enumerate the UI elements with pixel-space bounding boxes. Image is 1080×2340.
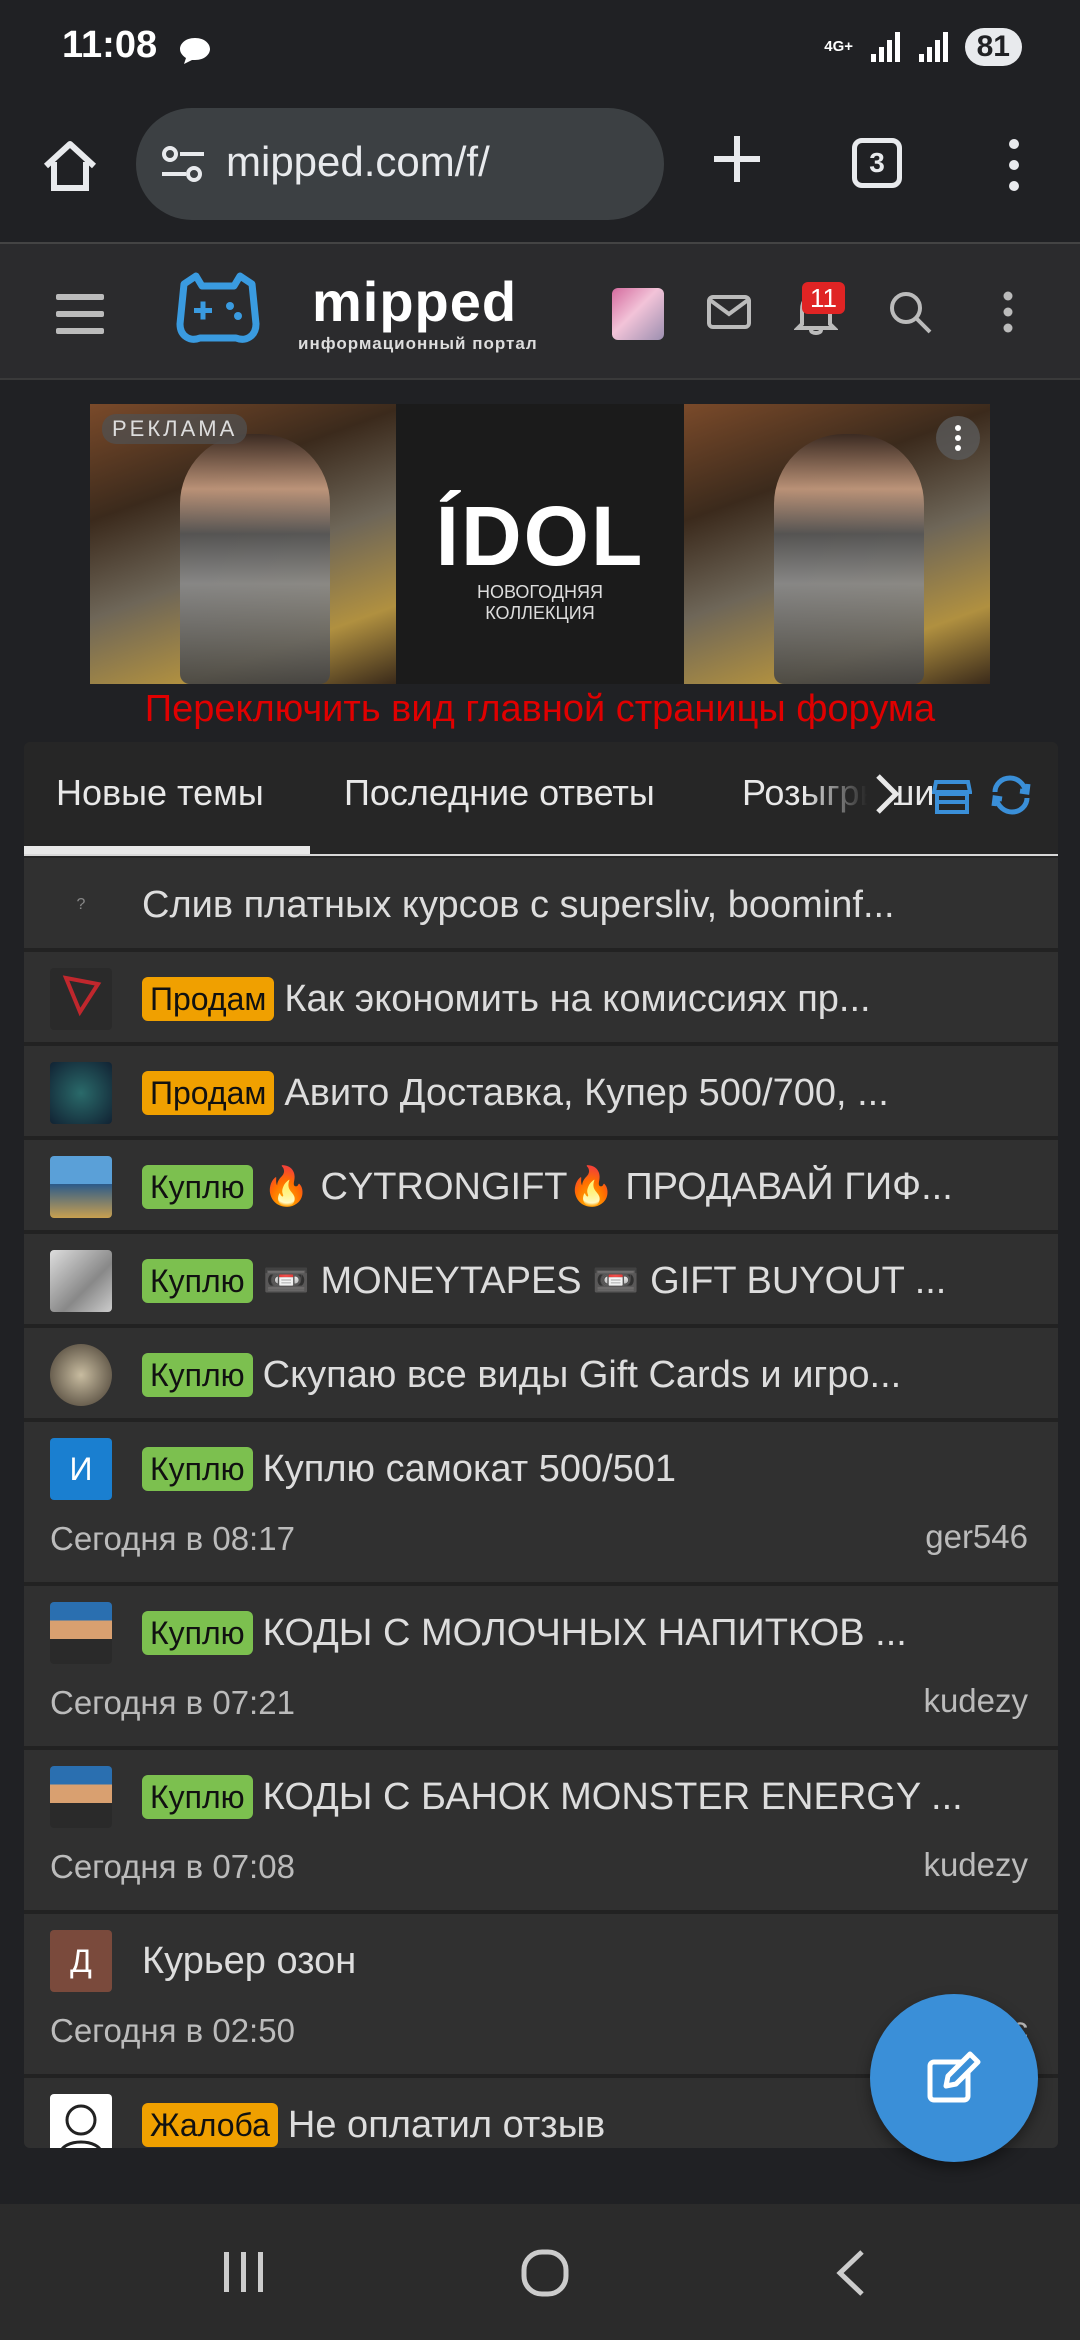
status-indicators: 4G+ 81 [823,28,1022,66]
prefix-badge[interactable]: Куплю [142,1353,253,1397]
thread-date: Сегодня в 02:50 [50,2012,295,2049]
thread-row[interactable]: Продам Авито Доставка, Купер 500/700, ..… [24,1046,1058,1140]
thread-avatar [50,968,112,1030]
more-vert-icon[interactable] [998,288,1018,336]
thread-avatar [50,1602,112,1664]
refresh-icon[interactable] [990,774,1032,816]
thread-title[interactable]: Как экономить на комиссиях пр... [284,978,870,1021]
thread-date: Сегодня в 07:08 [50,1848,295,1885]
tune-icon[interactable] [160,144,206,184]
user-portrait-icon [61,2104,101,2148]
thread-date: Сегодня в 08:17 [50,1520,295,1557]
tron-logo-icon [62,975,102,1017]
prefix-badge[interactable]: Куплю [142,1259,253,1303]
tab-latest-replies[interactable]: Последние ответы [344,772,655,814]
ad-label: РЕКЛАМА [102,414,248,444]
thread-avatar: Д [50,1930,112,1992]
mipped-logo-icon[interactable] [176,272,260,348]
thread-title[interactable]: КОДЫ С БАНОК MONSTER ENERGY ... [263,1776,963,1819]
ad-tagline: НОВОГОДНЯЯ КОЛЛЕКЦИЯ [477,582,603,623]
prefix-badge[interactable]: Продам [142,1071,275,1115]
thread-avatar [50,1250,112,1312]
thread-title[interactable]: 📼 MONEYTAPES 📼 GIFT BUYOUT ... [263,1259,947,1303]
thread-title[interactable]: 🔥 CYTRONGIFT🔥 ПРОДАВАЙ ГИФ... [263,1165,953,1209]
thread-row[interactable]: ? Слив платных курсов с supersliv, boomi… [24,858,1058,952]
thread-title[interactable]: КОДЫ С МОЛОЧНЫХ НАПИТКОВ ... [263,1612,907,1655]
tabs-row: Новые темы Последние ответы Розыгрыши [24,742,1058,856]
signal-icon-2 [918,32,948,62]
home-icon[interactable] [40,136,100,196]
ad-photo-left [90,404,396,684]
tab-switcher-button[interactable]: 3 [852,138,902,188]
logo-title[interactable]: mipped [312,274,517,330]
switch-view-link[interactable]: Переключить вид главной страницы форума [0,688,1080,731]
thread-avatar [50,2094,112,2148]
edit-icon [927,2051,981,2103]
thread-avatar: И [50,1438,112,1500]
status-time: 11:08 [62,24,158,66]
thread-row[interactable]: Куплю 📼 MONEYTAPES 📼 GIFT BUYOUT ... [24,1234,1058,1328]
prefix-badge[interactable]: Продам [142,977,275,1021]
new-thread-button[interactable] [870,1994,1038,2162]
menu-icon[interactable] [56,294,104,334]
prefix-badge[interactable]: Куплю [142,1611,253,1655]
thread-author[interactable]: ger546 [925,1518,1028,1556]
logo-subtitle: информационный портал [298,334,538,353]
thread-row[interactable]: Продам Как экономить на комиссиях пр... [24,952,1058,1046]
back-icon[interactable] [830,2248,870,2298]
prefix-badge[interactable]: Куплю [142,1775,253,1819]
chat-notification-icon [180,38,210,64]
thread-avatar [50,1344,112,1406]
thread-title[interactable]: Не оплатил отзыв [288,2104,605,2147]
status-bar: 11:08 4G+ 81 [0,0,1080,96]
thread-avatar [50,1766,112,1828]
ad-banner[interactable]: РЕКЛАМА ÍDOL НОВОГОДНЯЯ КОЛЛЕКЦИЯ [90,404,990,684]
thread-title[interactable]: Курьер озон [142,1940,356,1983]
thread-row[interactable]: Куплю КОДЫ С БАНОК MONSTER ENERGY ... Се… [24,1750,1058,1914]
network-type: 4G+ [824,38,854,55]
site-header: mipped информационный портал 11 [0,242,1080,380]
address-bar[interactable]: mipped.com/f/ [136,108,664,220]
thread-date: Сегодня в 07:21 [50,1684,295,1721]
tab-new-threads[interactable]: Новые темы [56,772,264,814]
thread-avatar [50,1156,112,1218]
plus-icon[interactable] [710,132,764,186]
prefix-badge[interactable]: Куплю [142,1447,253,1491]
battery-level: 81 [964,28,1022,66]
home-nav-icon[interactable] [520,2248,570,2298]
ad-brand: ÍDOL [435,489,645,583]
chevron-right-icon[interactable] [872,770,902,818]
notification-badge: 11 [802,282,845,314]
thread-title[interactable]: Авито Доставка, Купер 500/700, ... [284,1072,888,1115]
thread-author[interactable]: kudezy [923,1846,1028,1884]
thread-row[interactable]: Куплю КОДЫ С МОЛОЧНЫХ НАПИТКОВ ... Сегод… [24,1586,1058,1750]
mail-icon[interactable] [706,292,752,332]
prefix-badge[interactable]: Куплю [142,1165,253,1209]
recent-apps-icon[interactable] [220,2250,268,2294]
thread-author[interactable]: kudezy [923,1682,1028,1720]
system-nav-bar [0,2204,1080,2340]
forum-threads-panel: Новые темы Последние ответы Розыгрыши ? … [24,742,1058,2148]
thread-avatar: ? [76,896,86,913]
store-icon[interactable] [932,778,972,816]
search-icon[interactable] [886,288,934,336]
ad-options-icon[interactable] [936,416,980,460]
prefix-badge[interactable]: Жалоба [142,2103,278,2147]
signal-icon [870,32,900,62]
thread-avatar [50,1062,112,1124]
more-vert-icon[interactable] [1004,138,1024,192]
thread-title[interactable]: Слив платных курсов с supersliv, boominf… [142,884,895,927]
url-text[interactable]: mipped.com/f/ [226,138,490,186]
user-avatar[interactable] [612,288,664,340]
thread-row[interactable]: Куплю Скупаю все виды Gift Cards и игро.… [24,1328,1058,1422]
active-tab-indicator [24,846,310,854]
thread-title[interactable]: Куплю самокат 500/501 [263,1448,676,1491]
thread-row[interactable]: И Куплю Куплю самокат 500/501 Сегодня в … [24,1422,1058,1586]
thread-row[interactable]: Куплю 🔥 CYTRONGIFT🔥 ПРОДАВАЙ ГИФ... [24,1140,1058,1234]
thread-title[interactable]: Скупаю все виды Gift Cards и игро... [263,1354,902,1397]
browser-toolbar: mipped.com/f/ 3 [0,96,1080,242]
